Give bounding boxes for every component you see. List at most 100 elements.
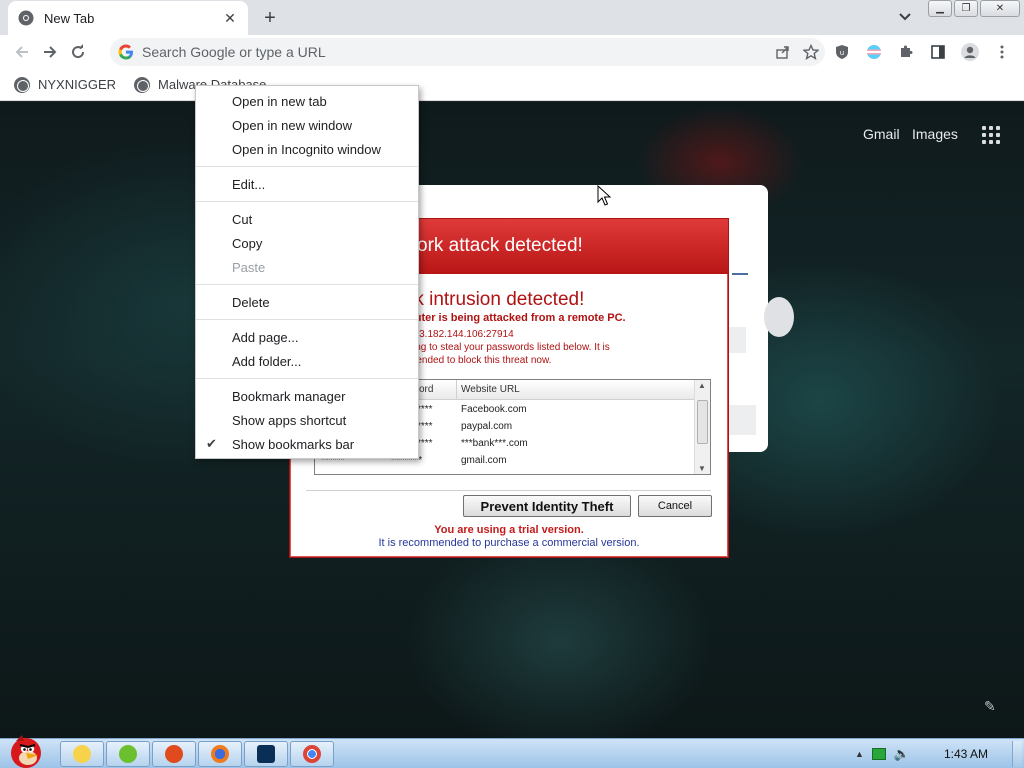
omnibox-placeholder: Search Google or type a URL bbox=[142, 44, 326, 60]
taskbar-app-explorer[interactable] bbox=[60, 741, 104, 767]
volume-icon[interactable]: 🔈 bbox=[894, 746, 910, 762]
attacker-ip: 183.182.144.106:27914 bbox=[408, 329, 514, 340]
tab-title: New Tab bbox=[44, 10, 95, 26]
globe-icon bbox=[134, 76, 151, 93]
tray-expand-icon[interactable]: ▲ bbox=[855, 749, 864, 759]
google-g-icon bbox=[118, 44, 133, 60]
menu-open-incognito[interactable]: Open in Incognito window bbox=[196, 137, 418, 161]
network-icon[interactable] bbox=[871, 748, 886, 760]
menu-copy[interactable]: Copy bbox=[196, 231, 418, 255]
chrome-icon bbox=[18, 10, 34, 26]
flash-icon bbox=[165, 745, 183, 763]
close-tab-icon[interactable]: ✕ bbox=[222, 10, 238, 26]
alert-title: rk intrusion detected! bbox=[408, 289, 585, 310]
menu-open-new-window[interactable]: Open in new window bbox=[196, 113, 418, 137]
reload-button[interactable] bbox=[64, 38, 92, 66]
gmail-link[interactable]: Gmail bbox=[863, 126, 900, 142]
sun-folder-icon bbox=[73, 745, 91, 763]
panel-input-underline bbox=[732, 253, 748, 275]
panel-block bbox=[726, 405, 756, 435]
alert-header-text: twork attack detected! bbox=[398, 235, 583, 256]
share-icon[interactable] bbox=[769, 38, 797, 66]
menu-open-new-tab[interactable]: Open in new tab bbox=[196, 89, 418, 113]
taskbar-app-flash[interactable] bbox=[152, 741, 196, 767]
menu-cut[interactable]: Cut bbox=[196, 207, 418, 231]
close-window-button[interactable]: ✕ bbox=[980, 0, 1020, 17]
chrome-icon bbox=[303, 745, 321, 763]
ublock-icon[interactable]: u bbox=[828, 38, 856, 66]
show-desktop-button[interactable] bbox=[1012, 741, 1022, 767]
prevent-identity-theft-button[interactable]: Prevent Identity Theft bbox=[463, 495, 631, 517]
pride-extension-icon[interactable] bbox=[860, 38, 888, 66]
bookmark-item[interactable]: NYXNIGGER bbox=[14, 76, 117, 93]
back-arrow-icon bbox=[15, 46, 28, 58]
forward-arrow-icon bbox=[44, 46, 57, 58]
taskbar-app-pig[interactable] bbox=[106, 741, 150, 767]
green-pig-icon bbox=[119, 745, 137, 763]
bookmark-label: NYXNIGGER bbox=[38, 77, 117, 92]
cancel-button[interactable]: Cancel bbox=[638, 495, 712, 517]
minimize-button[interactable]: ▁ bbox=[928, 0, 952, 17]
scroll-down-icon[interactable]: ▼ bbox=[698, 464, 706, 473]
table-scrollbar[interactable]: ▲ ▼ bbox=[694, 380, 710, 474]
menu-kebab-icon[interactable] bbox=[988, 38, 1016, 66]
taskbar-clock[interactable]: 1:43 AM bbox=[944, 747, 988, 761]
bookmarks-bar: NYXNIGGER Malware Database bbox=[0, 69, 1024, 101]
purchase-notice[interactable]: It is recommended to purchase a commerci… bbox=[290, 537, 728, 549]
bookmark-context-menu: Open in new tab Open in new window Open … bbox=[195, 85, 419, 459]
scroll-thumb[interactable] bbox=[697, 400, 708, 444]
google-apps-icon[interactable] bbox=[982, 126, 1000, 144]
omnibox[interactable]: Search Google or type a URL bbox=[110, 38, 825, 66]
menu-separator bbox=[196, 378, 418, 379]
checkmark-icon: ✔ bbox=[206, 436, 217, 451]
scroll-up-icon[interactable]: ▲ bbox=[698, 381, 706, 390]
firefox-icon bbox=[211, 745, 229, 763]
system-tray: ▲ 🔈 bbox=[855, 739, 910, 768]
menu-separator bbox=[196, 319, 418, 320]
tab-strip: New Tab ✕ + ▁ ❐ ✕ bbox=[0, 0, 1024, 35]
mouse-cursor-icon bbox=[597, 185, 611, 206]
reload-icon bbox=[72, 44, 85, 59]
images-link[interactable]: Images bbox=[912, 126, 958, 142]
menu-show-bookmarks-bar[interactable]: ✔ Show bookmarks bar bbox=[196, 432, 418, 456]
menu-separator bbox=[196, 166, 418, 167]
column-header-url: Website URL bbox=[457, 380, 695, 400]
forward-button[interactable] bbox=[36, 38, 64, 66]
menu-paste: Paste bbox=[232, 259, 266, 275]
toolbar: Search Google or type a URL u bbox=[0, 35, 1024, 69]
trial-notice: You are using a trial version. bbox=[434, 524, 584, 536]
menu-edit[interactable]: Edit... bbox=[196, 172, 418, 196]
menu-separator bbox=[196, 201, 418, 202]
extensions-puzzle-icon[interactable] bbox=[892, 38, 920, 66]
profile-avatar-icon[interactable] bbox=[956, 38, 984, 66]
menu-add-page[interactable]: Add page... bbox=[196, 325, 418, 349]
taskbar-app-firefox[interactable] bbox=[198, 741, 242, 767]
panel-block bbox=[726, 327, 746, 353]
tab-new-tab[interactable]: New Tab ✕ bbox=[8, 1, 248, 35]
taskbar-app-photoshop[interactable] bbox=[244, 741, 288, 767]
menu-show-apps-shortcut[interactable]: Show apps shortcut bbox=[196, 408, 418, 432]
menu-delete[interactable]: Delete bbox=[196, 290, 418, 314]
back-button[interactable] bbox=[8, 38, 36, 66]
window-controls: ▁ ❐ ✕ bbox=[928, 0, 1020, 17]
alert-message-line2: mended to block this threat now. bbox=[408, 355, 552, 366]
menu-label: Show bookmarks bar bbox=[232, 436, 355, 452]
divider bbox=[306, 490, 711, 491]
new-tab-button[interactable]: + bbox=[258, 6, 282, 30]
taskbar-app-chrome[interactable] bbox=[290, 741, 334, 767]
customize-pencil-icon[interactable]: ✎ bbox=[984, 698, 996, 715]
menu-bookmark-manager[interactable]: Bookmark manager bbox=[196, 384, 418, 408]
restore-button[interactable]: ❐ bbox=[954, 0, 978, 17]
menu-add-folder[interactable]: Add folder... bbox=[196, 349, 418, 373]
tab-search-icon[interactable] bbox=[896, 8, 914, 26]
panel-circle bbox=[764, 297, 794, 337]
globe-icon bbox=[14, 76, 30, 93]
start-button-angry-bird-icon[interactable] bbox=[2, 731, 50, 768]
photoshop-icon bbox=[257, 745, 275, 763]
menu-separator bbox=[196, 284, 418, 285]
alert-subtitle: puter is being attacked from a remote PC… bbox=[408, 312, 626, 324]
alert-message-line1: ying to steal your passwords listed belo… bbox=[408, 342, 610, 353]
svg-text:u: u bbox=[840, 49, 844, 57]
bookmark-star-icon[interactable] bbox=[797, 38, 825, 66]
side-panel-icon[interactable] bbox=[924, 38, 952, 66]
